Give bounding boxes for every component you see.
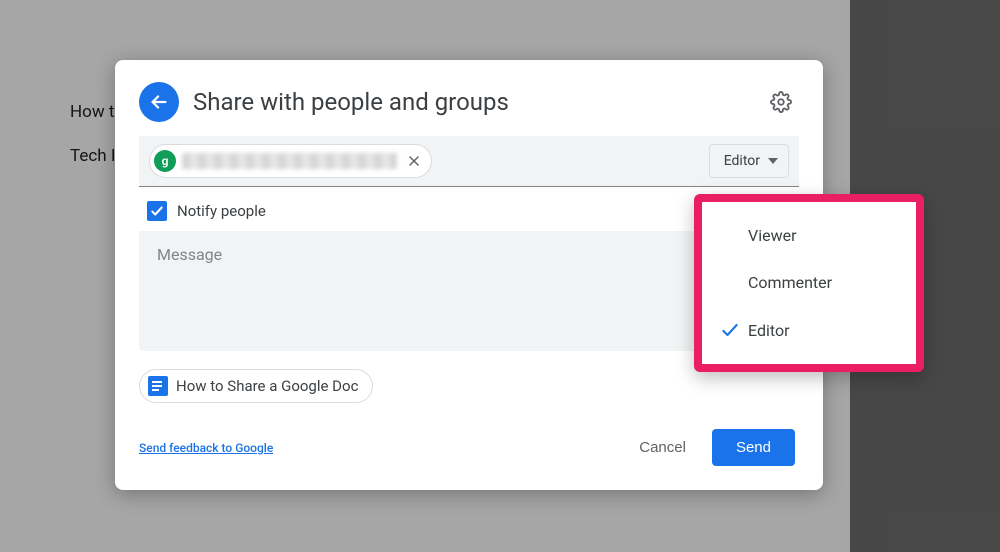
role-option-commenter[interactable]: Commenter	[702, 259, 916, 306]
role-option-viewer[interactable]: Viewer	[702, 212, 916, 259]
dialog-header: Share with people and groups	[115, 60, 823, 136]
gear-icon	[770, 91, 792, 113]
document-chip: How to Share a Google Doc	[139, 369, 373, 403]
check-icon	[720, 320, 740, 340]
arrow-left-icon	[148, 91, 170, 113]
feedback-link[interactable]: Send feedback to Google	[139, 441, 273, 455]
dialog-footer: Send feedback to Google Cancel Send	[115, 407, 823, 472]
check-slot	[720, 320, 748, 340]
docs-icon	[148, 376, 168, 396]
message-placeholder: Message	[157, 245, 222, 264]
role-dropdown-menu: Viewer Commenter Editor	[694, 194, 924, 372]
caret-down-icon	[768, 158, 778, 164]
role-option-label: Commenter	[748, 273, 832, 292]
dialog-title: Share with people and groups	[193, 88, 763, 116]
notify-label: Notify people	[177, 202, 266, 220]
role-option-editor[interactable]: Editor	[702, 306, 916, 354]
chip-email-redacted	[182, 153, 397, 169]
people-input-section[interactable]: g Editor	[139, 136, 799, 187]
check-icon	[150, 204, 164, 218]
person-chip: g	[149, 144, 432, 178]
remove-chip-button[interactable]	[403, 150, 425, 172]
notify-checkbox[interactable]	[147, 201, 167, 221]
document-title: How to Share a Google Doc	[176, 377, 358, 395]
send-button[interactable]: Send	[712, 429, 795, 466]
role-selected-label: Editor	[724, 153, 760, 169]
role-option-label: Viewer	[748, 226, 797, 245]
role-option-label: Editor	[748, 321, 789, 340]
cancel-button[interactable]: Cancel	[621, 429, 704, 466]
back-button[interactable]	[139, 82, 179, 122]
role-dropdown-button[interactable]: Editor	[709, 144, 789, 178]
close-icon	[406, 153, 422, 169]
settings-button[interactable]	[763, 84, 799, 120]
avatar: g	[154, 150, 176, 172]
